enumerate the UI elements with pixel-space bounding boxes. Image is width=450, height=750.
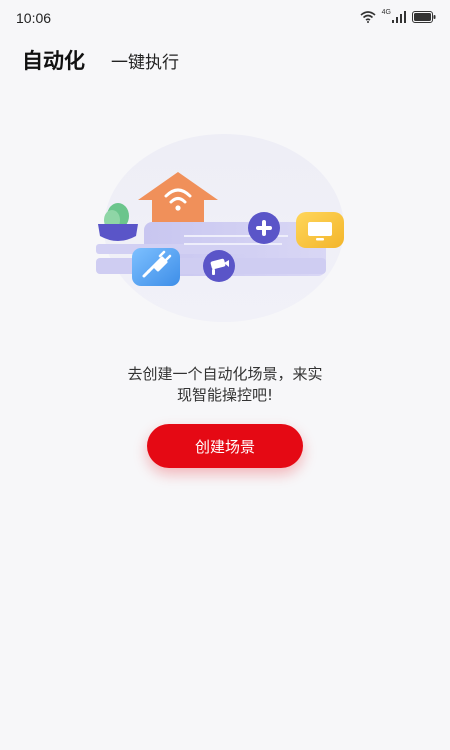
status-time: 10:06 <box>16 10 52 26</box>
plug-icon <box>132 248 180 286</box>
battery-icon <box>412 11 436 23</box>
network-type-label: 4G <box>381 8 391 16</box>
wifi-icon <box>360 11 376 23</box>
tv-icon <box>296 212 344 248</box>
empty-state-message-line1: 去创建一个自动化场景，来实 <box>127 365 323 383</box>
tab-automation[interactable]: 自动化 <box>22 45 85 75</box>
camera-icon <box>203 250 235 282</box>
signal-icon <box>392 11 406 23</box>
plus-icon <box>248 212 280 244</box>
status-bar: 10:06 4G <box>0 0 450 36</box>
empty-state-message-line2: 现智能操控吧! <box>176 386 273 404</box>
tab-one-click[interactable]: 一键执行 <box>111 48 179 73</box>
tab-bar: 自动化 一键执行 <box>22 45 179 75</box>
create-scene-button[interactable]: 创建场景 <box>147 424 303 468</box>
status-icons: 4G <box>360 8 436 23</box>
empty-state-illustration <box>96 134 344 322</box>
empty-state-message: 去创建一个自动化场景，来实 现智能操控吧! <box>85 364 365 406</box>
